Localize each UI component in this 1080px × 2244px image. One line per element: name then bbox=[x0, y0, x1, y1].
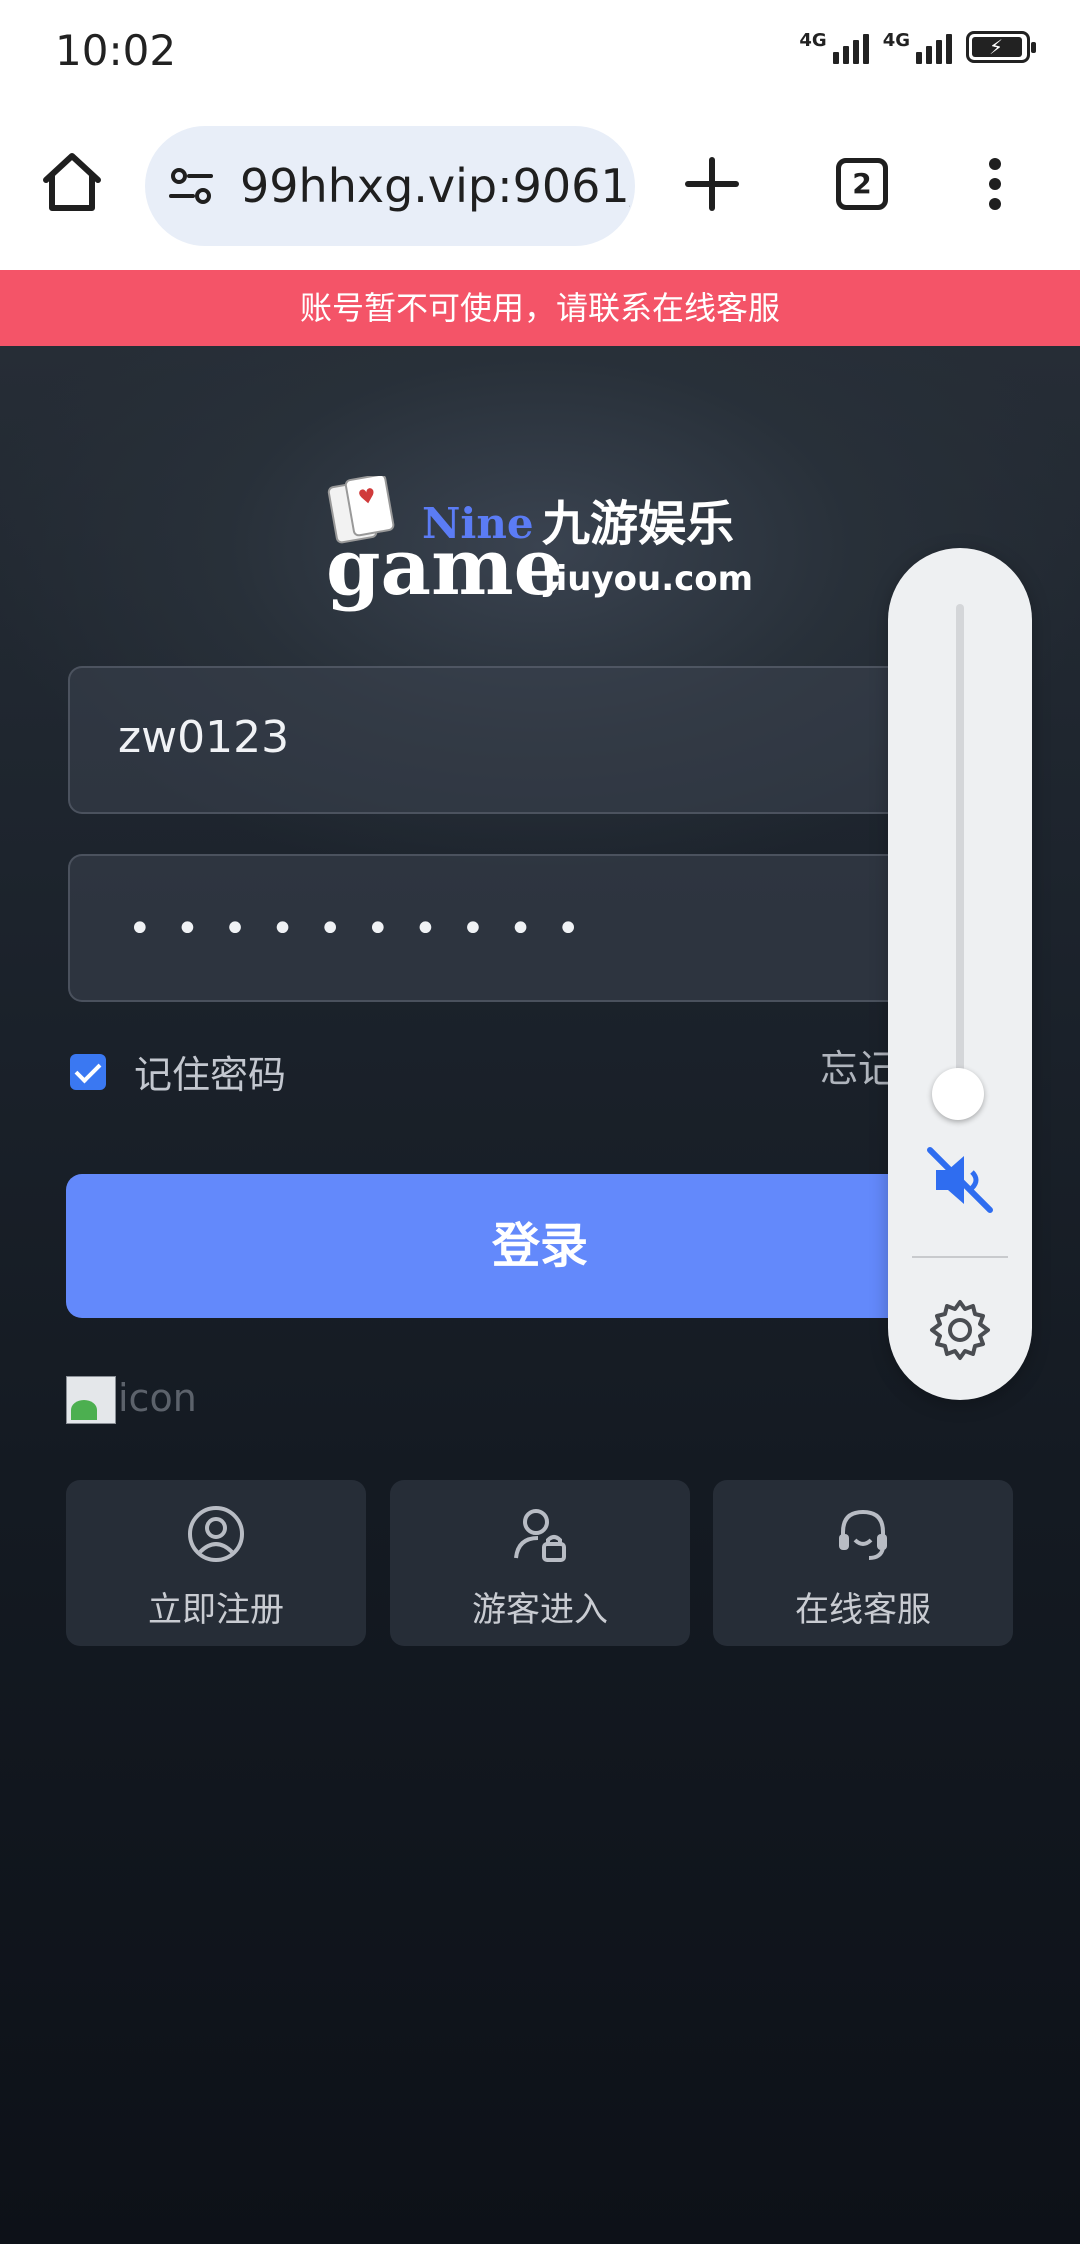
guest-lock-icon bbox=[514, 1509, 566, 1562]
remember-checkbox[interactable] bbox=[70, 1053, 106, 1090]
notice-banner: 账号暂不可使用，请联系在线客服 bbox=[0, 270, 1080, 346]
volume-panel bbox=[888, 548, 1032, 1400]
password-value[interactable]: •••••••••• bbox=[128, 906, 604, 952]
site-logo: ♥ game Nine 九游娱乐 jiuyou.com bbox=[322, 473, 762, 616]
new-tab-icon[interactable] bbox=[680, 152, 744, 216]
broken-image: icon bbox=[66, 1376, 197, 1424]
signal-icon: 4G bbox=[883, 30, 952, 64]
gear-icon[interactable] bbox=[926, 1296, 994, 1364]
username-field[interactable]: zw0123 bbox=[68, 666, 1008, 814]
online-support-label: 在线客服 bbox=[795, 1590, 931, 1630]
remember-password[interactable]: 记住密码 bbox=[70, 1044, 286, 1099]
volume-slider-track[interactable] bbox=[956, 604, 964, 1094]
username-value[interactable]: zw0123 bbox=[118, 712, 289, 763]
broken-image-icon bbox=[66, 1376, 116, 1424]
register-label: 立即注册 bbox=[148, 1590, 284, 1630]
guest-enter-label: 游客进入 bbox=[472, 1590, 608, 1630]
volume-slider-knob[interactable] bbox=[932, 1068, 984, 1120]
battery-icon: ⚡ bbox=[966, 31, 1036, 63]
svg-text:jiuyou.com: jiuyou.com bbox=[542, 559, 753, 599]
status-icons: 4G 4G ⚡ bbox=[799, 30, 1036, 64]
guest-enter-button[interactable]: 游客进入 bbox=[390, 1480, 690, 1646]
online-support-button[interactable]: 在线客服 bbox=[713, 1480, 1013, 1646]
tab-switcher-button[interactable]: 2 bbox=[836, 158, 888, 210]
status-bar: 10:02 4G 4G ⚡ bbox=[0, 0, 1080, 104]
signal-icon: 4G bbox=[799, 30, 869, 64]
remember-label[interactable]: 记住密码 bbox=[134, 1044, 286, 1099]
address-bar[interactable]: 99hhxg.vip:9061/ bbox=[145, 126, 635, 246]
more-menu-icon[interactable] bbox=[980, 154, 1010, 218]
browser-toolbar: 99hhxg.vip:9061/ 2 bbox=[0, 104, 1080, 272]
password-field[interactable]: •••••••••• bbox=[68, 854, 1008, 1002]
broken-image-alt: icon bbox=[118, 1376, 197, 1420]
url-text[interactable]: 99hhxg.vip:9061/ bbox=[240, 159, 630, 213]
site-settings-icon[interactable] bbox=[167, 162, 215, 210]
headset-icon bbox=[839, 1509, 887, 1560]
svg-text:九游娱乐: 九游娱乐 bbox=[542, 496, 734, 552]
register-button[interactable]: 立即注册 bbox=[66, 1480, 366, 1646]
volume-divider bbox=[912, 1256, 1008, 1258]
volume-muted-icon[interactable] bbox=[924, 1144, 996, 1216]
user-circle-icon bbox=[188, 1506, 244, 1562]
login-button[interactable]: 登录 bbox=[66, 1174, 1014, 1318]
home-icon[interactable] bbox=[38, 148, 106, 216]
status-time: 10:02 bbox=[55, 26, 177, 75]
svg-text:Nine: Nine bbox=[422, 499, 534, 548]
